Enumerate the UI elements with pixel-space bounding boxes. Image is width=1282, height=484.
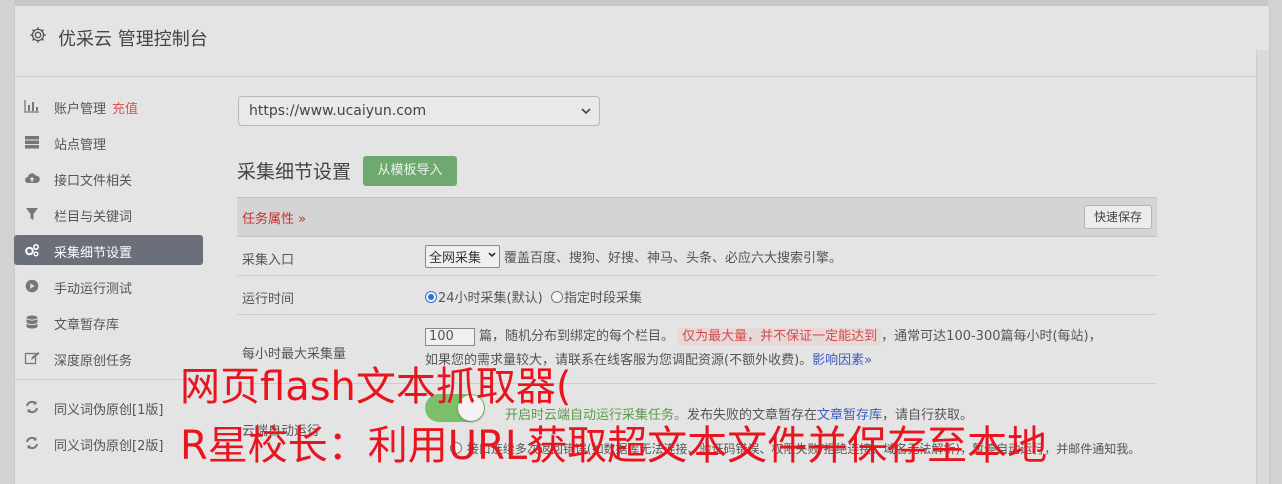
sidebar-item-account[interactable]: 账户管理 充值 <box>14 91 203 121</box>
sidebar-item-collection-settings[interactable]: 采集细节设置 <box>14 235 203 265</box>
sidebar-item-interface-files[interactable]: 接口文件相关 <box>14 163 203 193</box>
sidebar-divider <box>14 379 203 380</box>
section-title: 采集细节设置 <box>237 161 352 183</box>
database-icon <box>26 315 38 329</box>
sidebar-item-label: 接口文件相关 <box>54 174 133 189</box>
row-label: 每小时最大采集量 <box>242 347 347 362</box>
play-circle-icon <box>25 279 39 293</box>
max-desc-2: ，通常可达100-300篇每小时(每站)， <box>881 329 1102 344</box>
sidebar-item-label: 深度原创任务 <box>54 354 133 369</box>
sidebar-item-synonym-v2[interactable]: 同义词伪原创[2版] <box>14 428 203 458</box>
sidebar-item-label: 采集细节设置 <box>54 246 133 261</box>
server-icon <box>25 136 39 149</box>
edit-icon <box>24 352 40 365</box>
collection-entry-desc: 覆盖百度、搜狗、好搜、神马、头条、必应六大搜索引擎。 <box>504 251 843 266</box>
sidebar-item-label: 栏目与关键词 <box>54 210 133 225</box>
refresh-icon <box>26 400 38 414</box>
overlay-caption-line2: R星校长：利用URL获取超文本文件并保存至本地 <box>180 423 1048 469</box>
auto-desc-1: 发布失败的文章暂存在 <box>687 408 818 423</box>
chevron-down-icon <box>488 252 496 258</box>
recharge-link[interactable]: 充值 <box>112 102 138 117</box>
radio-scheduled-label: 指定时段采集 <box>563 291 642 306</box>
gear-icon <box>30 27 46 43</box>
sidebar-item-sites[interactable]: 站点管理 <box>14 127 203 157</box>
radio-24h[interactable] <box>425 291 437 303</box>
header: 优采云 管理控制台 <box>15 6 1269 77</box>
gears-icon <box>25 243 40 257</box>
sidebar: 账户管理 充值 站点管理 接口文件相关 栏目与关键词 采集细节设置 手动运行测试 … <box>14 91 203 464</box>
cloud-upload-icon <box>25 173 40 183</box>
radio-scheduled[interactable] <box>550 291 563 303</box>
collection-entry-select[interactable]: 全网采集 <box>425 245 501 268</box>
table-row: 采集入口 全网采集 覆盖百度、搜狗、好搜、神马、头条、必应六大搜索引擎。 <box>237 237 1157 276</box>
row-label: 采集入口 <box>242 253 295 268</box>
chevron-down-icon <box>581 108 591 115</box>
sidebar-item-label: 同义词伪原创[2版] <box>54 439 164 454</box>
overlay-caption-line1: 网页flash文本抓取器( <box>180 364 572 410</box>
sidebar-item-label: 同义词伪原创[1版] <box>54 403 164 418</box>
article-storage-link[interactable]: 文章暂存库 <box>817 408 882 423</box>
radio-24h-label: 24小时采集(默认) <box>438 291 543 306</box>
factors-link[interactable]: 影响因素» <box>812 353 872 368</box>
filter-icon <box>26 208 38 220</box>
quick-save-button[interactable]: 快速保存 <box>1084 205 1152 229</box>
task-attributes-toggle[interactable]: 任务属性 » <box>242 208 306 227</box>
import-template-button[interactable]: 从模板导入 <box>363 156 457 186</box>
sidebar-item-deep-original[interactable]: 深度原创任务 <box>14 343 203 373</box>
sidebar-item-label: 站点管理 <box>54 138 107 153</box>
refresh-icon <box>26 436 38 450</box>
site-url-select[interactable]: https://www.ucaiyun.com <box>238 96 600 126</box>
site-url-value: https://www.ucaiyun.com <box>249 103 427 119</box>
sidebar-item-label: 账户管理 <box>54 102 107 117</box>
sidebar-item-manual-run[interactable]: 手动运行测试 <box>14 271 203 301</box>
max-per-hour-input[interactable]: 100 <box>425 327 475 346</box>
table-header: 任务属性 » 快速保存 <box>237 197 1157 237</box>
bar-chart-icon <box>24 100 39 113</box>
sidebar-item-label: 文章暂存库 <box>54 318 120 333</box>
auto-desc-2: ，请自行获取。 <box>882 408 974 423</box>
sidebar-item-label: 手动运行测试 <box>54 282 133 297</box>
collection-entry-value: 全网采集 <box>429 251 482 266</box>
sidebar-item-synonym-v1[interactable]: 同义词伪原创[1版] <box>14 392 203 422</box>
auto-desc-green: 开启时云端自动运行采集任务。 <box>505 408 688 423</box>
sidebar-item-article-storage[interactable]: 文章暂存库 <box>14 307 203 337</box>
row-label: 运行时间 <box>242 292 295 307</box>
table-row: 运行时间 24小时采集(默认) 指定时段采集 <box>237 276 1157 315</box>
max-warning: 仅为最大量，并不保证一定能达到 <box>678 328 882 345</box>
sidebar-item-columns-keywords[interactable]: 栏目与关键词 <box>14 199 203 229</box>
max-desc-1: 篇，随机分布到绑定的每个栏目。 <box>479 329 675 344</box>
scrollbar[interactable] <box>1256 50 1269 484</box>
page-title: 优采云 管理控制台 <box>58 29 208 50</box>
